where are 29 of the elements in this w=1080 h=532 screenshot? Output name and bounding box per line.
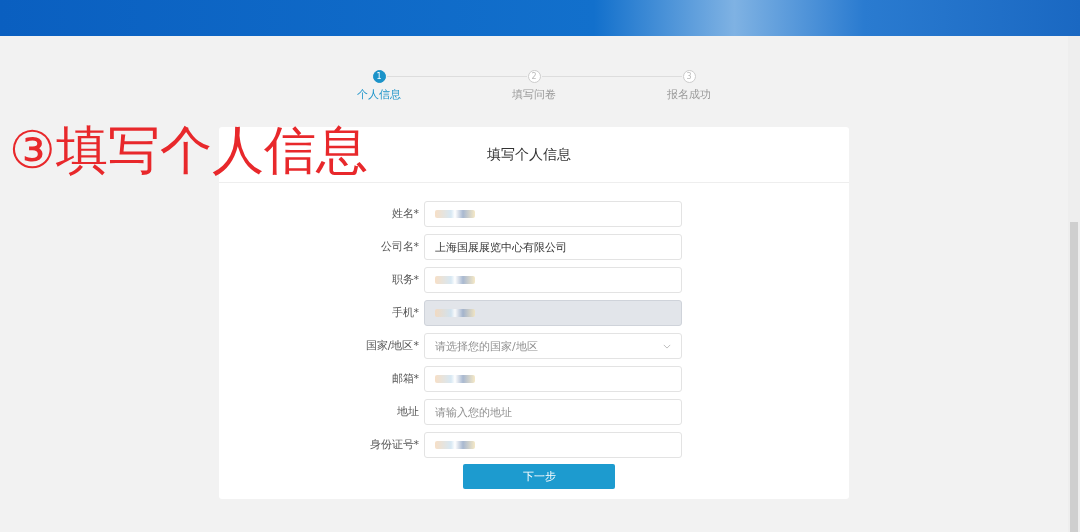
step-label: 个人信息 <box>357 87 401 102</box>
input-field[interactable] <box>424 267 682 293</box>
input-field[interactable]: 上海国展展览中心有限公司 <box>424 234 682 260</box>
field-label: 邮箱* <box>390 371 420 387</box>
annotation-text: ③填写个人信息 <box>9 119 368 182</box>
text-input[interactable]: 请输入您的地址 <box>435 405 671 419</box>
text-input[interactable]: 上海国展展览中心有限公司 <box>435 240 671 254</box>
form-title: 填写个人信息 <box>487 145 571 164</box>
input-field[interactable] <box>424 201 682 227</box>
step-number: 1 <box>372 69 386 83</box>
select-placeholder: 请选择您的国家/地区 <box>435 338 538 354</box>
input-field[interactable] <box>424 432 682 458</box>
step-label: 填写问卷 <box>512 87 556 102</box>
input-field[interactable] <box>424 366 682 392</box>
field-label: 公司名* <box>379 239 420 255</box>
field-label: 姓名* <box>390 206 420 222</box>
field-label: 地址 <box>396 404 420 420</box>
step-number: 3 <box>682 69 696 83</box>
scrollbar-thumb[interactable] <box>1070 222 1078 532</box>
field-label: 职务* <box>390 272 420 288</box>
step-number: 2 <box>527 69 541 83</box>
step-label: 报名成功 <box>667 87 711 102</box>
chevron-icon <box>663 343 671 349</box>
country-select[interactable]: 请选择您的国家/地区 <box>424 333 682 359</box>
field-label: 身份证号* <box>368 437 420 453</box>
field-label: 国家/地区* <box>364 338 420 354</box>
field-label: 手机* <box>390 305 420 321</box>
input-field[interactable]: 请输入您的地址 <box>424 399 682 425</box>
scrollbar[interactable] <box>1068 36 1080 532</box>
